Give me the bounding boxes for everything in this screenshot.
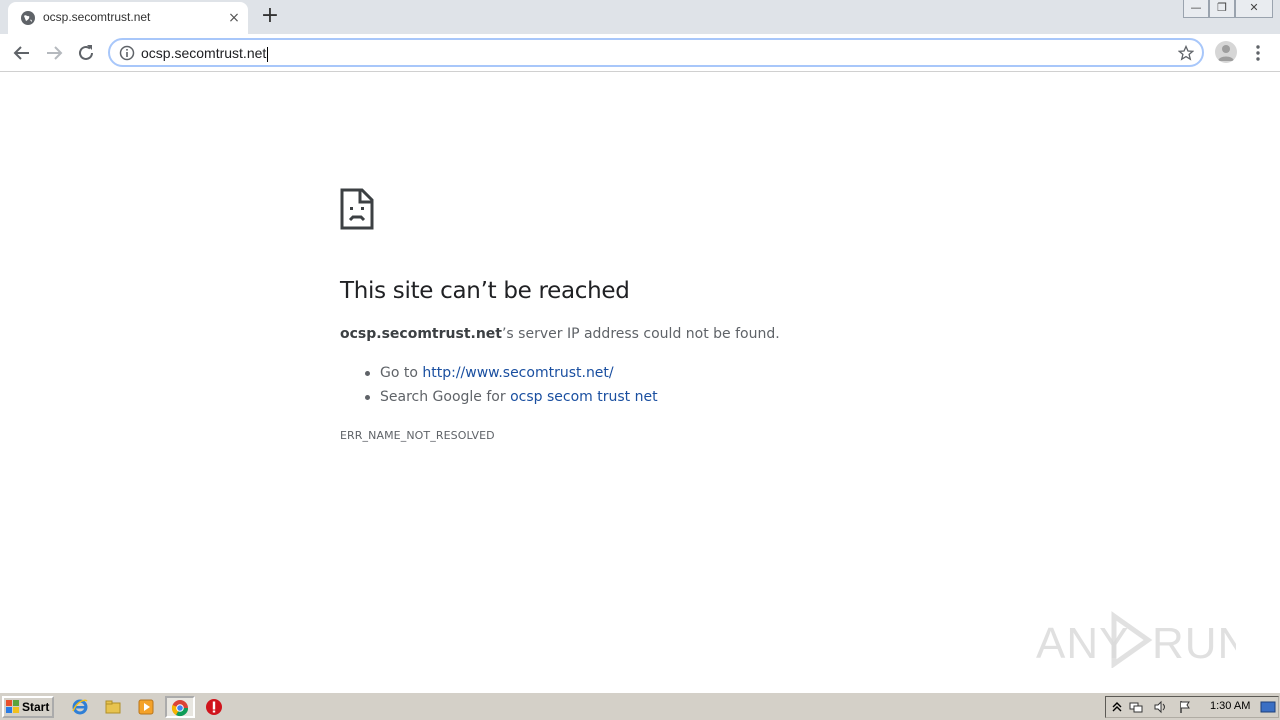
url-text[interactable]: ocsp.secomtrust.net [141,45,269,62]
more-menu-icon[interactable] [1250,41,1266,65]
error-title: This site can’t be reached [340,278,630,304]
page-content: This site can’t be reached ocsp.secomtru… [0,72,1280,692]
network-icon[interactable] [1129,700,1143,714]
svg-text:RUN: RUN [1152,619,1236,668]
window-maximize-button[interactable]: ❐ [1209,0,1235,18]
tab-strip: ocsp.secomtrust.net × + — ❐ ✕ [0,0,1280,34]
windows-flag-icon [6,700,19,713]
suggestion-list: Go to http://www.secomtrust.net/ Search … [362,364,658,412]
tab-active[interactable]: ocsp.secomtrust.net × [8,2,248,34]
address-bar[interactable]: ocsp.secomtrust.net [108,38,1204,67]
browser-toolbar: ocsp.secomtrust.net [0,34,1280,72]
error-description-rest: ’s server IP address could not be found. [501,326,780,342]
error-host: ocsp.secomtrust.net [340,326,502,342]
anyrun-watermark-logo: ANY RUN [1036,611,1236,668]
window-minimize-button[interactable]: — [1183,0,1209,18]
clock[interactable]: 1:30 AM [1210,700,1250,712]
profile-avatar[interactable] [1215,41,1237,63]
back-arrow-icon[interactable] [10,41,34,65]
folder-icon[interactable] [104,698,122,716]
list-item: Go to http://www.secomtrust.net/ [362,364,658,388]
info-icon[interactable] [119,45,135,61]
taskbar: Start 1:30 AM [0,692,1280,720]
suggestion-link-search[interactable]: ocsp secom trust net [510,389,657,405]
globe-icon [21,11,35,25]
chrome-icon [171,700,189,717]
volume-icon[interactable] [1153,700,1167,714]
system-tray: 1:30 AM [1105,696,1279,718]
tab-close-button[interactable]: × [226,10,242,26]
tab-title: ocsp.secomtrust.net [43,10,151,24]
suggestion-link-homepage[interactable]: http://www.secomtrust.net/ [422,365,613,381]
window-close-button[interactable]: ✕ [1235,0,1273,18]
taskbar-chrome-active[interactable] [165,696,195,718]
new-tab-button[interactable]: + [259,5,281,27]
media-player-icon[interactable] [137,698,155,716]
show-desktop-icon[interactable] [1260,700,1276,714]
list-item: Search Google for ocsp secom trust net [362,388,658,412]
star-icon[interactable] [1178,45,1194,61]
internet-explorer-icon[interactable] [71,698,89,716]
forward-arrow-icon[interactable] [42,41,66,65]
error-code: ERR_NAME_NOT_RESOLVED [340,429,495,442]
reload-icon[interactable] [74,41,98,65]
error-description: ocsp.secomtrust.net’s server IP address … [340,326,780,342]
person-icon [1218,45,1234,61]
action-center-flag-icon[interactable] [1178,700,1192,714]
text-caret [267,46,269,62]
sad-page-icon [340,188,374,230]
start-button[interactable]: Start [2,696,54,718]
stop-icon[interactable] [205,698,223,716]
show-hidden-icons-icon[interactable] [1110,700,1124,714]
